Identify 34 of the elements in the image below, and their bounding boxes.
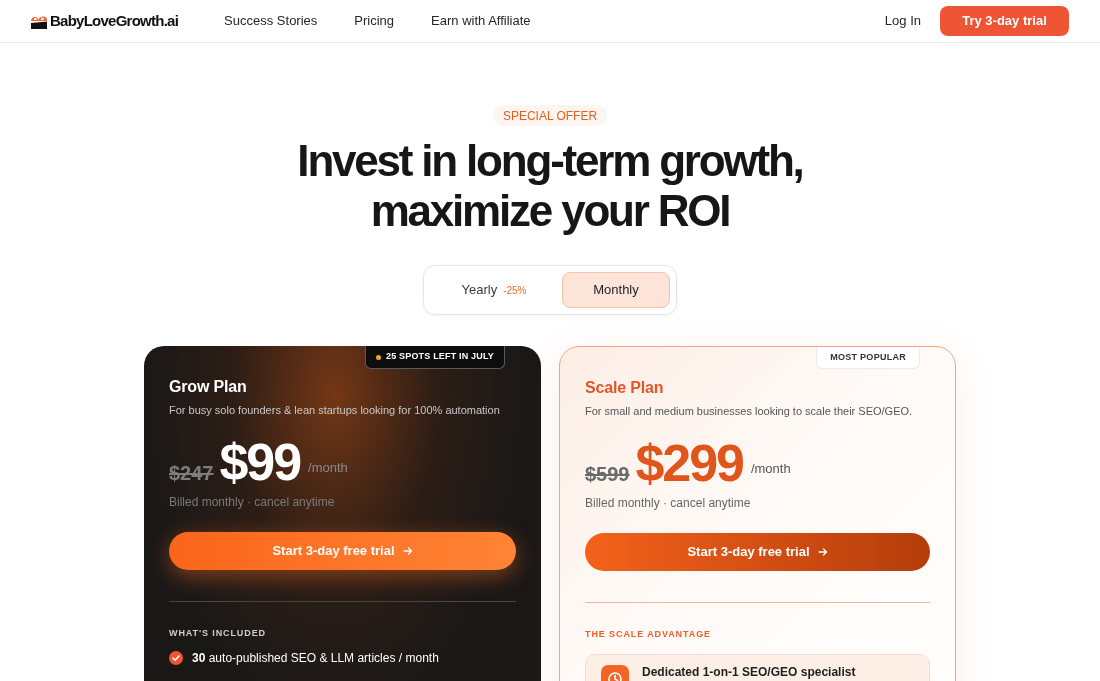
billing-tab[interactable]: Yearly -25% — [430, 272, 558, 308]
price-period: /month — [750, 461, 791, 478]
status-dot-icon — [376, 354, 381, 360]
nav-link[interactable]: Earn with Affiliate — [431, 11, 531, 31]
old-price: $247 — [169, 461, 214, 486]
old-price: $599 — [585, 462, 630, 487]
hero-heading: Invest in long-term growth, maximize your ROI — [297, 136, 803, 236]
spots-left-text: 25 SPOTS LEFT IN JULY — [386, 350, 494, 364]
price: $99 — [219, 436, 301, 488]
most-popular-badge: MOST POPULAR — [816, 347, 920, 369]
plan-description: For busy solo founders & lean startups looking for 100% automation — [169, 403, 500, 418]
try-trial-button[interactable]: Try 3-day trial — [940, 6, 1069, 36]
price-period: /month — [308, 460, 348, 477]
feature-text: 30 auto-published SEO & LLM articles / month — [192, 650, 439, 666]
advantage-title: Dedicated 1-on-1 SEO/GEO specialist — [642, 665, 856, 681]
plan-name: Scale Plan — [585, 378, 664, 398]
special-offer-badge: SPECIAL OFFER — [492, 105, 608, 126]
billing-note: Billed monthly · cancel anytime — [169, 494, 335, 510]
plan-description: For small and medium businesses looking to scale their SEO/GEO. — [585, 404, 913, 419]
price: $299 — [635, 437, 743, 489]
plan-name: Grow Plan — [169, 377, 247, 397]
billing-tab[interactable]: Monthly — [562, 272, 670, 308]
nav-link[interactable]: Pricing — [354, 11, 395, 31]
billing-note: Billed monthly · cancel anytime — [585, 495, 751, 511]
check-icon — [169, 651, 183, 665]
section-title: THE SCALE ADVANTAGE — [585, 628, 711, 640]
login-link[interactable]: Log In — [884, 11, 921, 31]
nav-link[interactable]: Success Stories — [224, 11, 318, 31]
brand-logo-text[interactable]: BabyLoveGrowth.ai — [50, 9, 179, 33]
discount-label: -25% — [503, 283, 527, 298]
section-title: WHAT'S INCLUDED — [169, 627, 266, 639]
arrow-right-icon — [817, 547, 828, 557]
start-trial-button[interactable]: Start 3-day free trial — [585, 533, 930, 571]
arrow-right-icon — [402, 546, 413, 556]
